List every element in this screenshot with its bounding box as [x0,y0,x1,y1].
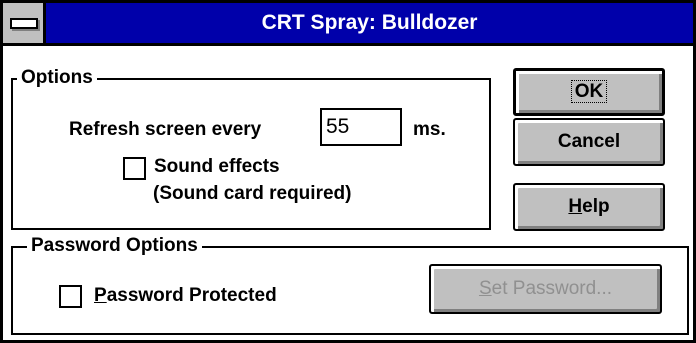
cancel-label: Cancel [557,131,621,152]
password-options-legend: Password Options [27,235,202,257]
password-protected-label[interactable]: Password Protected [94,285,277,307]
password-protected-mnemonic: P [94,285,107,306]
sound-effects-checkbox[interactable] [123,157,146,180]
sound-card-note: (Sound card required) [153,183,352,204]
set-password-text: et Password... [491,278,613,299]
refresh-interval-input[interactable]: 55 [320,108,402,146]
options-legend: Options [17,67,97,89]
help-button[interactable]: Help [513,183,665,231]
dialog-window: CRT Spray: Bulldozer Options Refresh scr… [0,0,696,343]
refresh-label: Refresh screen every [69,119,262,140]
set-password-button[interactable]: Set Password... [429,264,662,314]
sound-effects-label[interactable]: Sound effects [154,156,280,178]
set-password-mnemonic: S [478,278,492,299]
ok-button[interactable]: OK [513,68,665,116]
system-menu-icon [10,18,38,29]
refresh-unit-label: ms. [413,119,446,140]
title-bar: CRT Spray: Bulldozer [3,3,693,46]
help-mnemonic: H [568,196,583,217]
password-protected-checkbox[interactable] [59,285,82,308]
system-menu-button[interactable] [3,3,46,43]
ok-label: OK [570,80,608,103]
password-protected-text: assword Protected [106,285,277,306]
window-title: CRT Spray: Bulldozer [261,11,478,34]
cancel-button[interactable]: Cancel [513,118,665,166]
options-group [11,78,491,230]
help-text: elp [582,196,610,217]
